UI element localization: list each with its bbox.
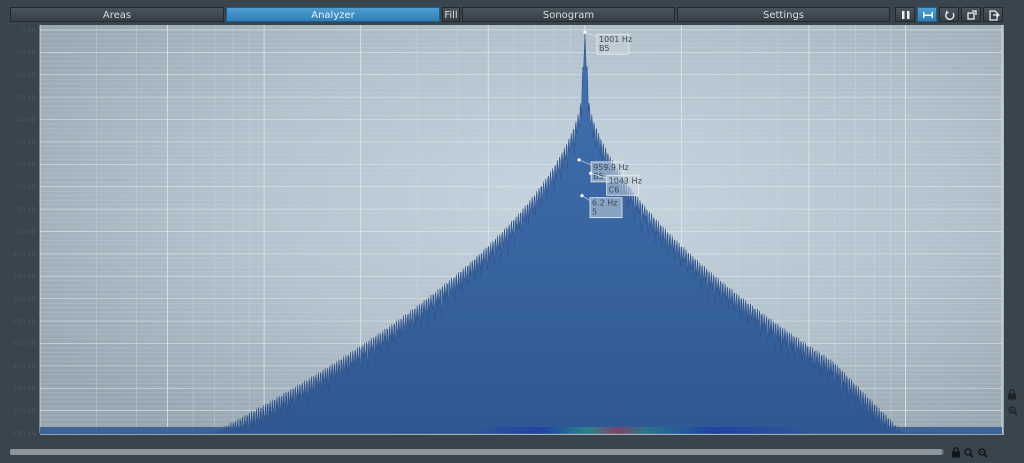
x-tick-label: 10k (899, 437, 911, 445)
x-tick-label: 50 (163, 437, 171, 445)
lock-icon[interactable] (1008, 389, 1016, 400)
resize-button[interactable] (917, 7, 937, 22)
x-tick-label: 500 (482, 437, 494, 445)
export-icon (989, 10, 1000, 21)
y-tick-label: -40 dB (15, 116, 36, 124)
y-tick-label: -130 dB (11, 317, 36, 325)
peak-frequency: 6.2 Hz (592, 199, 617, 208)
x-tick-label: 1k (581, 437, 589, 445)
y-tick-label: -100 dB (11, 250, 36, 258)
y-tick-label: -20 dB (15, 71, 36, 79)
x-tick-label: 100 (258, 437, 270, 445)
peak-note: B5 (599, 44, 610, 53)
y-tick-label: -110 dB (11, 273, 36, 281)
lock-icon[interactable] (952, 447, 960, 458)
y-tick-label: -10 dB (15, 49, 36, 57)
x-tick-label: 200 (354, 437, 366, 445)
tab-areas[interactable]: Areas (10, 7, 224, 22)
y-tick-label: -60 dB (15, 161, 36, 169)
zoom-icon[interactable] (964, 448, 974, 458)
pause-icon (902, 11, 910, 19)
y-tick-label: 0 dB (21, 26, 36, 34)
peak-frequency: 1043 Hz (609, 176, 642, 185)
undock-button[interactable] (961, 7, 981, 22)
y-tick-label: -140 dB (11, 340, 36, 348)
y-tick-label: -160 dB (11, 385, 36, 393)
fill-button[interactable]: Fill (442, 7, 460, 22)
toolbar: Areas Analyzer Fill Sonogram Settings (0, 0, 1024, 26)
tab-sonogram[interactable]: Sonogram (462, 7, 675, 22)
y-tick-label: -150 dB (11, 362, 36, 370)
resize-icon (923, 12, 933, 18)
zoom-icon[interactable] (1008, 406, 1018, 416)
x-tick-label: 20 (36, 437, 44, 445)
y-tick-label: -180 dB (11, 429, 36, 437)
y-tick-label: -50 dB (15, 138, 36, 146)
undock-icon (967, 10, 977, 20)
spectrum-analyzer[interactable]: 1001 HzB5959.9 HzB5 1043 HzC66.2 Hz5 0 dB… (0, 24, 1024, 448)
export-button[interactable] (983, 7, 1003, 22)
frequency-color-bar (40, 427, 1002, 434)
tab-settings[interactable]: Settings (677, 7, 890, 22)
reset-icon (945, 10, 955, 21)
tab-analyzer[interactable]: Analyzer (226, 7, 440, 22)
bottom-controls (952, 447, 988, 458)
y-tick-label: -170 dB (11, 407, 36, 415)
reset-button[interactable] (939, 7, 959, 22)
y-tick-label: -70 dB (15, 183, 36, 191)
peak-note: C6 (609, 185, 620, 194)
x-tick-label: 2k (677, 437, 685, 445)
scrollbar-thumb[interactable] (10, 449, 942, 455)
y-tick-label: -30 dB (15, 93, 36, 101)
y-tick-label: -80 dB (15, 205, 36, 213)
peak-frequency: 1001 Hz (599, 35, 632, 44)
peak-note: B5 (593, 172, 604, 181)
y-tick-label: -120 dB (11, 295, 36, 303)
x-tick-label: 5k (805, 437, 813, 445)
y-tick-label: -90 dB (15, 228, 36, 236)
pause-button[interactable] (895, 7, 915, 22)
peak-frequency: 959.9 Hz (593, 163, 629, 172)
x-tick-label: 20k (996, 437, 1008, 445)
zoom-out-icon[interactable] (978, 448, 988, 458)
peak-note: 5 (592, 208, 597, 217)
